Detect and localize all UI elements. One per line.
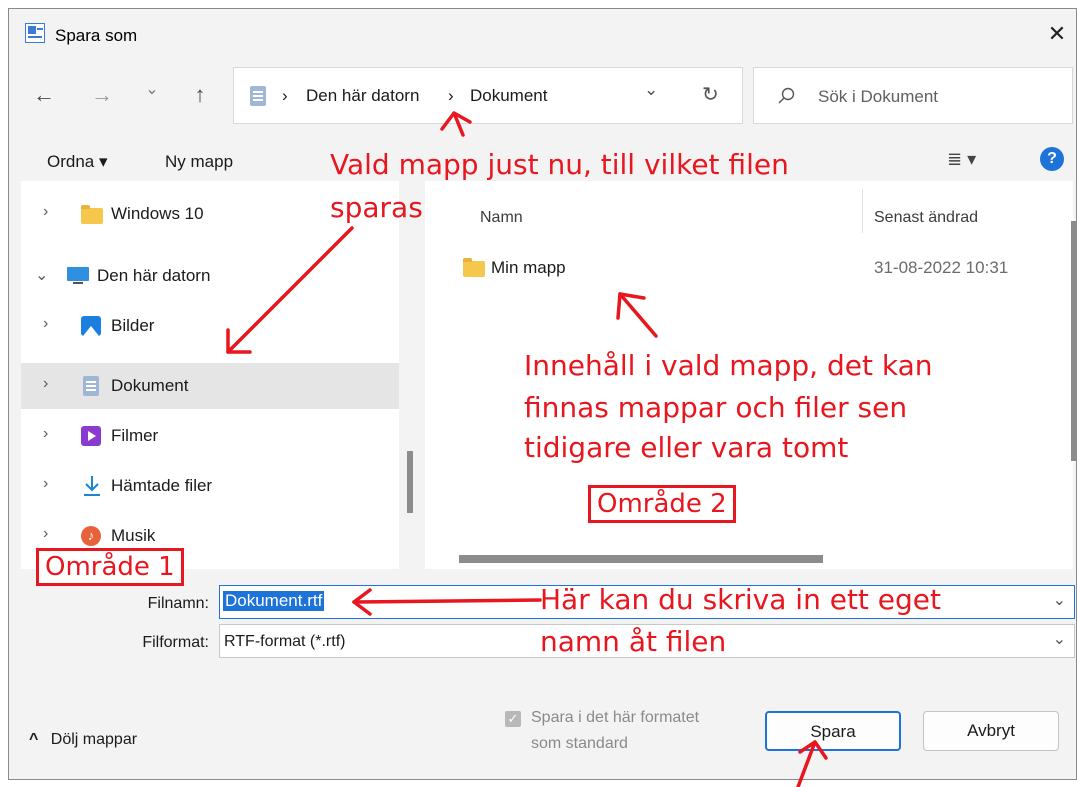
arrow-to-documents bbox=[226, 226, 354, 354]
arrow-to-filename bbox=[352, 588, 542, 616]
arrow-to-file-list bbox=[616, 292, 658, 338]
annotation-arrows bbox=[226, 111, 828, 787]
arrow-to-save bbox=[796, 740, 828, 787]
arrow-to-address bbox=[440, 111, 472, 137]
